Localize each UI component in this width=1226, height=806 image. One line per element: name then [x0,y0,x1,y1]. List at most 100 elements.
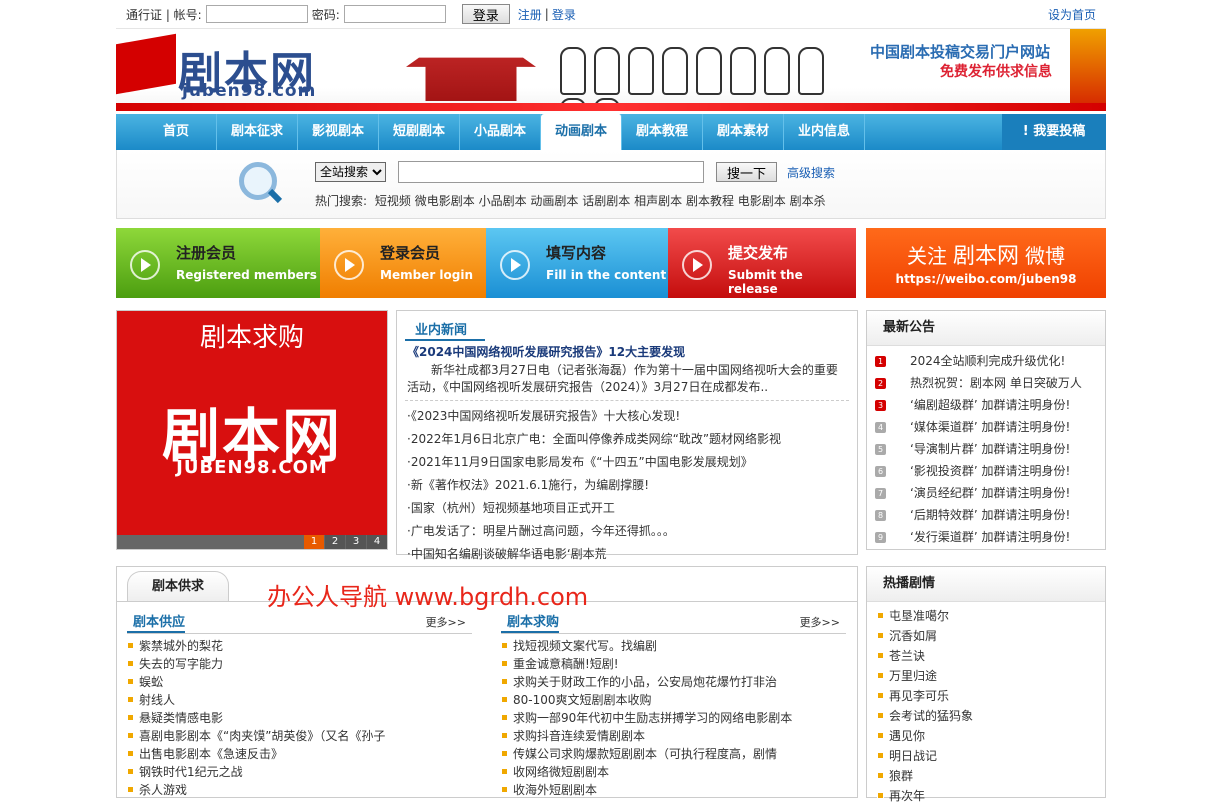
advanced-search-link[interactable]: 高级搜索 [787,164,835,181]
promo-slider[interactable]: 剧本求购 剧本网 JUBEN98.COM 1 2 3 4 [116,310,388,550]
news-item[interactable]: ·中国知名编剧谈破解华语电影‘剧本荒 [407,543,847,566]
list-item[interactable]: 沉香如屑 [877,626,1095,646]
weibo-follow-banner[interactable]: 关注 剧本网 微博 https://weibo.com/juben98 [866,228,1106,298]
list-item[interactable]: 狼群 [877,766,1095,786]
list-item[interactable]: 80-100爽文短剧剧本收购 [501,691,846,709]
notice-item[interactable]: 6 ‘影视投资群’ 加群请注明身份! [875,460,1097,482]
search-input[interactable] [398,161,704,183]
news-item[interactable]: ·新《著作权法》2021.6.1施行，为编剧撑腰! [407,474,847,497]
list-item[interactable]: 求购一部90年代初中生励志拼搏学习的网络电影剧本 [501,709,846,727]
list-item[interactable]: 杀人游戏 [127,781,472,799]
login-button[interactable]: 登录 [461,4,510,24]
list-item[interactable]: 求购关于财政工作的小品，公安局炮花爆竹打非治 [501,673,846,691]
notice-item[interactable]: 4 ‘媒体渠道群’ 加群请注明身份! [875,416,1097,438]
nav-sketch-scripts[interactable]: 小品剧本 [460,114,541,150]
nav-script-wanted[interactable]: 剧本征求 [217,114,298,150]
nav-animation-scripts[interactable]: 动画剧本 [541,114,622,152]
password-input[interactable] [343,5,446,23]
notice-item[interactable]: 9 ‘发行渠道群’ 加群请注明身份! [875,526,1097,548]
list-item[interactable]: 明日战记 [877,746,1095,766]
nav-script-tutorials[interactable]: 剧本教程 [622,114,703,150]
notice-item[interactable]: 1 2024全站顺利完成升级优化! [875,350,1097,372]
list-item[interactable]: 收海外短剧剧本 [501,781,846,799]
hot-search-term[interactable]: 短视频 [375,194,411,208]
list-item[interactable]: 遇见你 [877,726,1095,746]
step-submit[interactable]: 提交发布 Submit the release [668,228,856,298]
hot-search-term[interactable]: 微电影剧本 [415,194,475,208]
step-title: 填写内容 [546,244,607,262]
slider-page-1[interactable]: 1 [304,535,324,549]
set-homepage-link[interactable]: 设为首页 [1048,6,1096,23]
slider-page-3[interactable]: 3 [346,535,366,549]
hot-search-term[interactable]: 动画剧本 [530,194,578,208]
list-item[interactable]: 重金诚意稿酬!短剧! [501,655,846,673]
account-input[interactable] [205,5,308,23]
notice-text: ‘编剧超级群’ 加群请注明身份! [910,398,1071,412]
step-fill-content[interactable]: 填写内容 Fill in the content [486,228,668,298]
tower-illustration [1070,29,1106,111]
supply-title[interactable]: 剧本供应 [127,613,186,633]
step-register[interactable]: 注册会员 Registered members [116,228,320,298]
notice-item[interactable]: 7 ‘演员经纪群’ 加群请注明身份! [875,482,1097,504]
slider-page-4[interactable]: 4 [367,535,387,549]
search-scope-select[interactable]: 全站搜索 [315,162,386,182]
hot-search-term[interactable]: 话剧剧本 [582,194,630,208]
register-link[interactable]: 注册 [518,6,542,23]
nav-film-tv-scripts[interactable]: 影视剧本 [298,114,379,150]
list-item[interactable]: 悬疑类情感电影 [127,709,472,727]
list-item[interactable]: 再见李可乐 [877,686,1095,706]
list-item[interactable]: 失去的写字能力 [127,655,472,673]
watermark-text: 办公人导航 www.bgrdh.com [267,583,589,611]
list-item[interactable]: 钢铁时代1纪元之战 [127,763,472,781]
step-login[interactable]: 登录会员 Member login [320,228,486,298]
slider-page-2[interactable]: 2 [325,535,345,549]
news-item[interactable]: ·国家（杭州）短视频基地项目正式开工 [407,497,847,520]
hot-search-term[interactable]: 电影剧本 [738,194,786,208]
notice-item[interactable]: 5 ‘导演制片群’ 加群请注明身份! [875,438,1097,460]
submit-script-button[interactable]: ! 我要投稿 [1002,114,1106,150]
list-item[interactable]: 出售电影剧本《急速反击》 [127,745,472,763]
nav-script-materials[interactable]: 剧本素材 [703,114,784,150]
list-item[interactable]: 找短视频文案代写。找编剧 [501,637,846,655]
hot-search-term[interactable]: 剧本杀 [790,194,826,208]
nav-home[interactable]: 首页 [136,114,217,150]
news-item[interactable]: ·2021年11月9日国家电影局发布《“十四五”中国电影发展规划》 [407,451,847,474]
hot-searches: 热门搜索: 短视频 微电影剧本 小品剧本 动画剧本 话剧剧本 相声剧本 剧本教程… [315,192,826,209]
list-item[interactable]: 屯垦准噶尔 [877,606,1095,626]
notice-item[interactable]: 8 ‘后期特效群’ 加群请注明身份! [875,504,1097,526]
banner-slogan: 中国剧本投稿交易门户网站 [869,43,1050,61]
list-item[interactable]: 会考试的猛犸象 [877,706,1095,726]
list-item[interactable]: 紫禁城外的梨花 [127,637,472,655]
news-item[interactable]: ·2022年1月6日北京广电：全面叫停像养成类网综“耽改”题材网络影视 [407,428,847,451]
news-heading[interactable]: 业内新闻 [405,319,485,341]
list-item[interactable]: 喜剧电影剧本《“肉夹馍”胡英俊》（又名《孙子 [127,727,472,745]
list-item[interactable]: 万里归途 [877,666,1095,686]
list-item[interactable]: 收网络微短剧剧本 [501,763,846,781]
demand-title[interactable]: 剧本求购 [501,613,560,633]
list-item[interactable]: 传媒公司求购爆款短剧剧本（可执行程度高，剧情 [501,745,846,763]
list-item[interactable]: 苍兰诀 [877,646,1095,666]
supply-more-link[interactable]: 更多>> [426,613,472,633]
hot-search-term[interactable]: 相声剧本 [634,194,682,208]
hot-search-term[interactable]: 剧本教程 [686,194,734,208]
login-link[interactable]: 登录 [552,6,576,23]
news-item[interactable]: ·广电发话了：明星片酬过高问题，今年还得抓。。。 [407,520,847,543]
list-item[interactable]: 求购抖音连续爱情剧剧本 [501,727,846,745]
list-item[interactable]: 再次年 [877,786,1095,806]
nav-industry-info[interactable]: 业内信息 [784,114,865,150]
news-item[interactable]: ·《2023中国网络视听发展研究报告》十大核心发现! [407,405,847,428]
bullet-icon [877,732,884,739]
rank-badge: 9 [875,531,886,543]
nav-short-drama-scripts[interactable]: 短剧剧本 [379,114,460,150]
slider-pagination: 1 2 3 4 [303,535,387,549]
hot-dramas-heading: 热播剧情 [867,567,1105,602]
news-headline[interactable]: 《2024中国网络视听发展研究报告》12大主要发现 [407,343,857,360]
demand-more-link[interactable]: 更多>> [800,613,846,633]
tab-supply-demand[interactable]: 剧本供求 [127,571,229,602]
notice-item[interactable]: 2 热烈祝贺：剧本网 单日突破万人 [875,372,1097,394]
notice-item[interactable]: 3 ‘编剧超级群’ 加群请注明身份! [875,394,1097,416]
search-button[interactable]: 搜一下 [716,162,778,182]
list-item[interactable]: 蜈蚣 [127,673,472,691]
list-item[interactable]: 射线人 [127,691,472,709]
hot-search-term[interactable]: 小品剧本 [479,194,527,208]
